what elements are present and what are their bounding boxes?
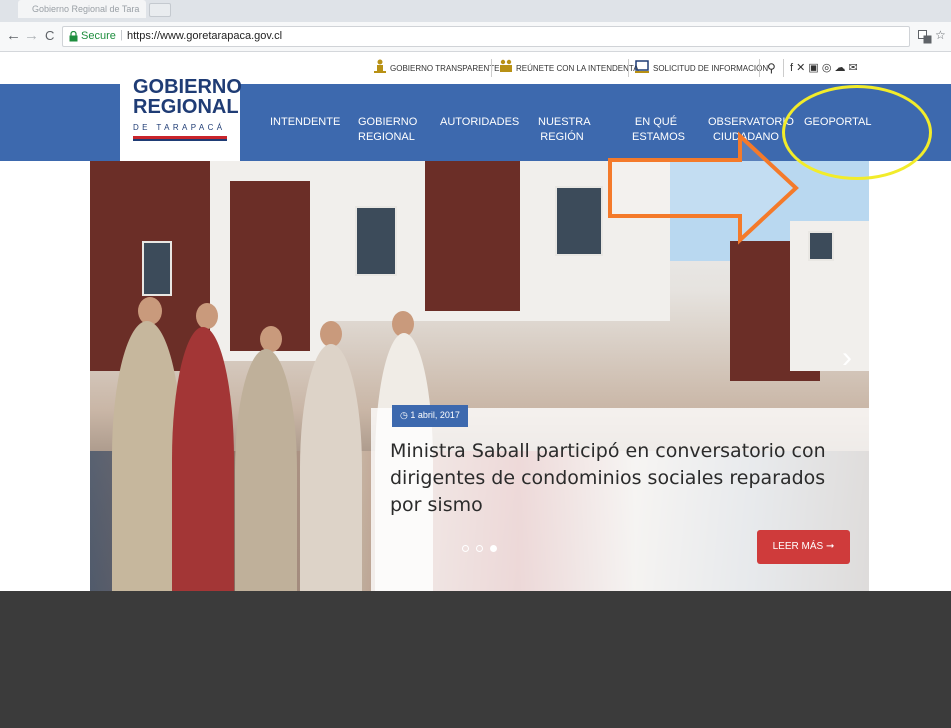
browser-toolbar: ← → C Secure | https://www.goretarapaca.… [0, 22, 951, 52]
search-icon[interactable]: ⚲ [767, 61, 776, 75]
read-more-button[interactable]: LEER MÁS ➞ [757, 530, 850, 564]
nav-intendente[interactable]: INTENDENTE [270, 115, 340, 130]
building [425, 161, 520, 311]
social-icons[interactable]: f ✕ ▣ ◎ ☁ ✉ [790, 61, 858, 74]
address-bar[interactable]: Secure | https://www.goretarapaca.gov.cl [62, 26, 910, 47]
meeting-icon [500, 59, 512, 72]
util-divider [783, 59, 784, 77]
logo-line-3: DE TARAPACÁ [133, 123, 226, 132]
hero-headline[interactable]: Ministra Saball participó en conversator… [390, 438, 850, 519]
person [300, 344, 362, 591]
logo-flag-stripe [133, 139, 227, 141]
util-link-gobierno-transparente[interactable]: GOBIERNO TRANSPARENTE [390, 64, 500, 73]
building-window [355, 206, 397, 276]
person-head [260, 326, 282, 352]
url-text[interactable]: https://www.goretarapaca.gov.cl [127, 30, 282, 42]
building-window [555, 186, 603, 256]
new-tab-button[interactable] [149, 3, 171, 17]
util-link-reunete[interactable]: REÚNETE CON LA INTENDENTA [516, 64, 639, 73]
person [172, 327, 234, 591]
logo-line-2: REGIONAL [133, 96, 239, 118]
forward-icon[interactable]: → [24, 27, 39, 44]
slider-dot[interactable] [462, 545, 469, 552]
browser-tab-bar: Gobierno Regional de Tara × [0, 0, 951, 22]
reload-icon[interactable]: C [45, 28, 54, 43]
translate-icon[interactable] [918, 30, 932, 44]
nav-nuestra-region[interactable]: NUESTRA REGIÓN [538, 115, 591, 145]
util-divider [759, 59, 760, 77]
slider-dot-active[interactable] [490, 545, 497, 552]
util-divider [491, 59, 492, 77]
person [235, 349, 297, 591]
slider-dot[interactable] [476, 545, 483, 552]
screenshot: Gobierno Regional de Tara × ← → C Secure… [0, 0, 951, 728]
date-badge: ◷ 1 abril, 2017 [392, 405, 468, 427]
util-divider [628, 59, 629, 77]
slider-next-icon[interactable]: › [842, 341, 852, 375]
nav-gobierno-regional[interactable]: GOBIERNO REGIONAL [358, 115, 417, 145]
back-icon[interactable]: ← [6, 27, 21, 44]
annotation-arrow [608, 131, 799, 245]
tab-title: Gobierno Regional de Tara [32, 4, 140, 14]
nav-autoridades[interactable]: AUTORIDADES [440, 115, 519, 130]
building-window [142, 241, 172, 296]
transparency-icon [374, 59, 386, 73]
dark-section [0, 591, 951, 728]
address-divider: | [120, 29, 123, 41]
browser-tab[interactable]: Gobierno Regional de Tara × [18, 0, 146, 18]
person-head [196, 303, 218, 329]
lock-icon [69, 31, 78, 42]
secure-label: Secure [81, 30, 116, 42]
site-logo[interactable]: GOBIERNO REGIONAL DE TARAPACÁ [120, 72, 242, 162]
document-request-icon [635, 60, 649, 73]
util-link-solicitud[interactable]: SOLICITUD DE INFORMACIÓN [653, 64, 768, 73]
bookmark-star-icon[interactable]: ☆ [935, 28, 946, 42]
building-window [808, 231, 834, 261]
annotation-highlight-circle [782, 85, 932, 180]
